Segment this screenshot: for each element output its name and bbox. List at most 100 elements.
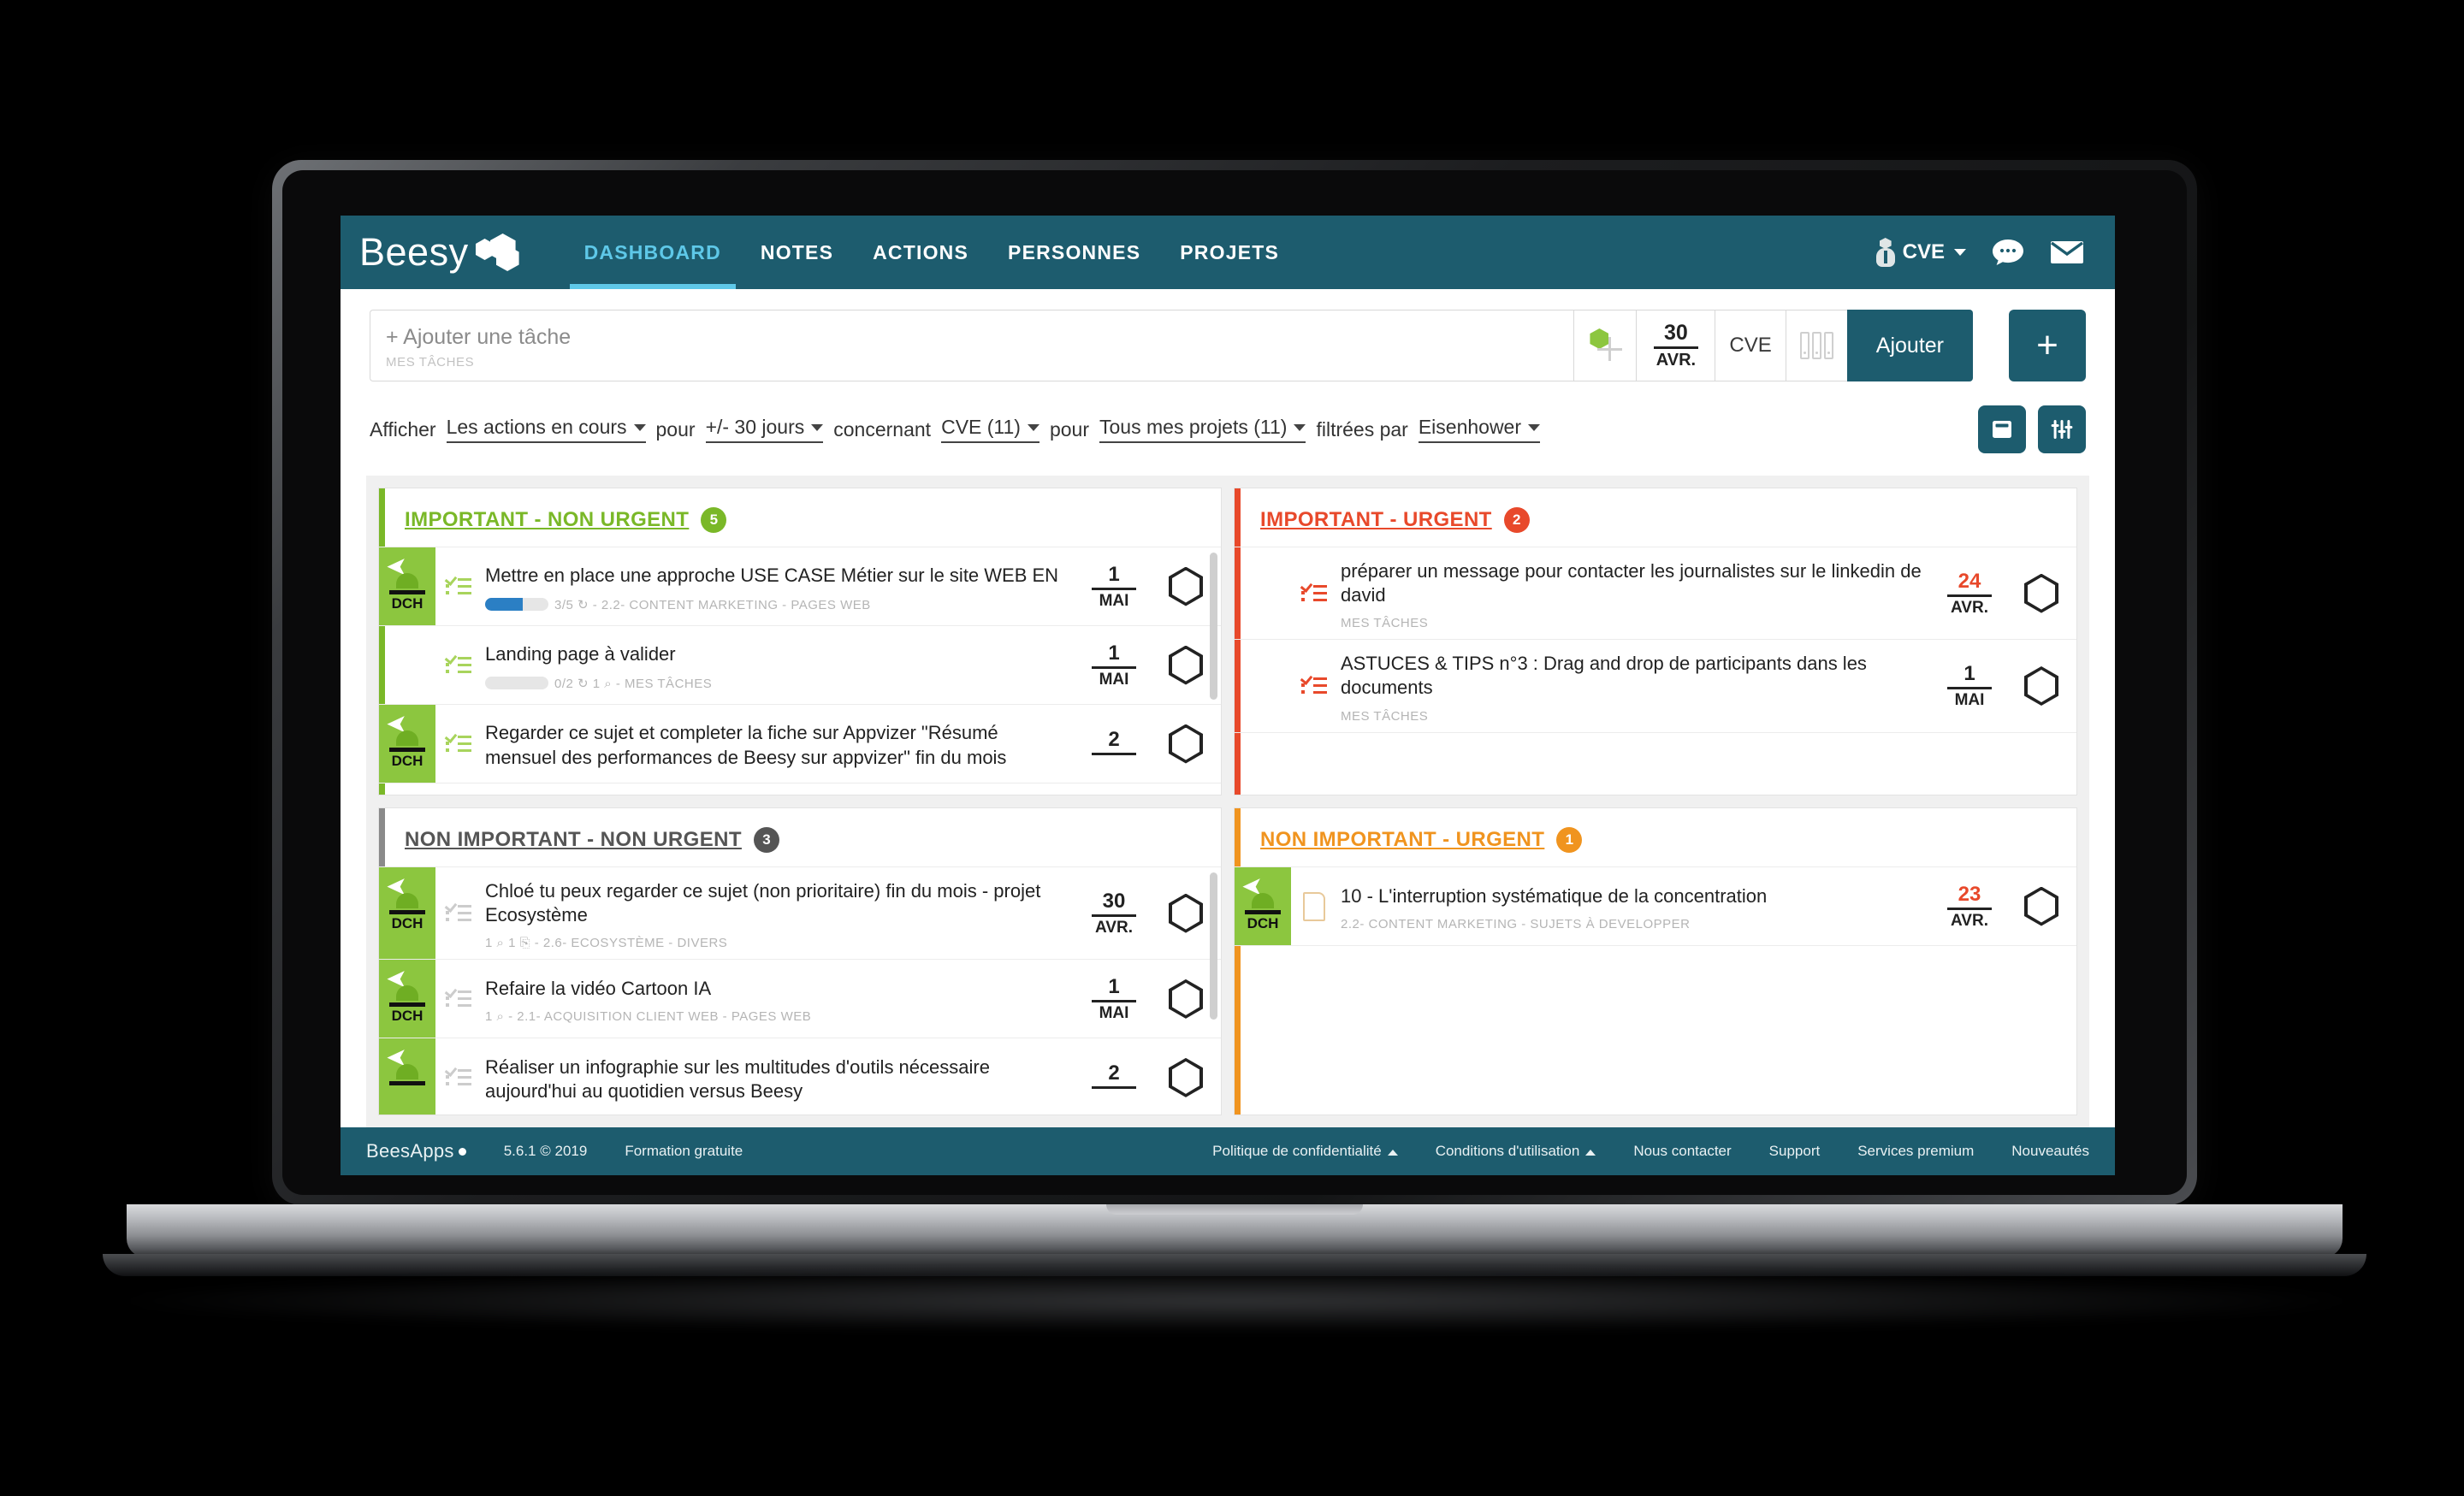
task-content: Chloé tu peux regarder ce sujet (non pri… [482, 867, 1077, 959]
quadrant-header: IMPORTANT - NON URGENT 5 [379, 488, 1221, 547]
task-title[interactable]: Landing page à valider [485, 642, 1069, 666]
task-row[interactable]: ➤ DCH 10 - L'interruption systématique de … [1235, 867, 2076, 946]
task-row[interactable]: ➤ DCH Mettre en place une approche USE CAS… [379, 547, 1221, 626]
filter-period-select[interactable]: +/- 30 jours [705, 416, 824, 443]
task-status-hexagon[interactable] [2006, 547, 2076, 639]
task-assignee-avatar[interactable] [379, 626, 435, 704]
task-due-date[interactable]: 2 [1077, 705, 1151, 783]
task-due-date[interactable]: 1 MAI [1077, 960, 1151, 1038]
task-assignee-avatar[interactable] [1235, 547, 1291, 639]
user-menu[interactable]: CVE [1875, 238, 1966, 267]
task-assignee-avatar[interactable]: ➤ DCH [379, 867, 435, 960]
task-status-hexagon[interactable] [2006, 640, 2076, 731]
add-task-placeholder: + Ajouter une tâche [386, 325, 572, 349]
add-task-scope: MES TÂCHES [386, 355, 475, 370]
task-row[interactable]: préparer un message pour contacter les j… [1235, 547, 2076, 641]
laptop-bezel: Beesy DASHBOARD NOTES ACTIONS PERSONNES … [282, 170, 2187, 1195]
task-title[interactable]: Refaire la vidéo Cartoon IA [485, 977, 1069, 1001]
filter-actions-select[interactable]: Les actions en cours [446, 416, 646, 443]
checklist-icon [435, 960, 482, 1038]
task-due-day: 23 [1958, 882, 1981, 906]
mail-icon[interactable] [2050, 239, 2084, 265]
task-due-date[interactable]: 23 AVR. [1933, 867, 2006, 945]
task-assignee-avatar[interactable]: ➤ [379, 1038, 435, 1115]
task-title[interactable]: ASTUCES & TIPS n°3 : Drag and drop de pa… [1341, 652, 1924, 700]
scrollbar-thumb[interactable] [1210, 872, 1217, 1020]
task-row[interactable]: ASTUCES & TIPS n°3 : Drag and drop de pa… [1235, 640, 2076, 733]
task-row[interactable]: ➤ Réaliser un infographie sur les multitu… [379, 1038, 1221, 1115]
add-task-submit-button[interactable]: Ajouter [1846, 310, 1973, 381]
task-due-date[interactable]: 1 MAI [1933, 640, 2006, 731]
footer-link[interactable]: Nous contacter [1633, 1143, 1731, 1160]
filter-projects-select[interactable]: Tous mes projets (11) [1099, 416, 1306, 443]
task-status-hexagon[interactable] [2006, 867, 2076, 945]
filter-matrix-select[interactable]: Eisenhower [1418, 416, 1541, 443]
task-title[interactable]: Regarder ce sujet et completer la fiche … [485, 721, 1069, 769]
task-list-scrollbar[interactable] [1210, 872, 1217, 1109]
quadrant-count-badge: 3 [753, 827, 779, 853]
task-assignee-avatar[interactable]: ➤ DCH [379, 705, 435, 783]
task-assignee-avatar[interactable]: ➤ DCH [379, 960, 435, 1038]
settings-sliders-button[interactable] [2038, 405, 2086, 453]
date-divider [1947, 686, 1992, 689]
add-task-owner-button[interactable]: CVE [1715, 310, 1786, 381]
task-row[interactable]: ➤ DCH Refaire la vidéo Cartoon IA 1 ⌕ - 2.1… [379, 960, 1221, 1039]
quadrant-title[interactable]: NON IMPORTANT - NON URGENT [405, 828, 742, 852]
task-row[interactable]: Landing page à valider 0/2 ↻ 1 ⌕ - MES TÂ… [379, 626, 1221, 705]
quadrant-title[interactable]: NON IMPORTANT - URGENT [1260, 828, 1544, 852]
quadrant-count-badge: 2 [1503, 507, 1530, 533]
task-assignee-avatar[interactable]: ➤ DCH [1235, 867, 1291, 945]
task-due-date[interactable]: 1 MAI [1077, 547, 1151, 625]
add-task-date-button[interactable]: 30 AVR. [1636, 310, 1715, 381]
add-task-input[interactable]: + Ajouter une tâche MES TÂCHES [370, 310, 1574, 381]
person-silhouette-icon [396, 573, 418, 588]
nav-item-personnes[interactable]: PERSONNES [988, 216, 1160, 289]
task-assignee-avatar[interactable] [1235, 640, 1291, 731]
task-row[interactable]: ➤ DCH Regarder ce sujet et completer la fi… [379, 705, 1221, 783]
task-assignee-avatar[interactable]: ➤ DCH [379, 547, 435, 625]
task-title[interactable]: 10 - L'interruption systématique de la c… [1341, 884, 1924, 908]
add-task-assign-person-button[interactable] [1573, 310, 1637, 381]
footer-link[interactable]: Nouveautés [2011, 1143, 2089, 1160]
chevron-up-icon [1585, 1150, 1596, 1156]
nav-item-projets[interactable]: PROJETS [1160, 216, 1299, 289]
task-meta: 1 ⌕ - 2.1- ACQUISITION CLIENT WEB - PAGE… [485, 1009, 1069, 1024]
task-title[interactable]: Réaliser un infographie sur les multitud… [485, 1055, 1069, 1103]
scrollbar-thumb[interactable] [1210, 553, 1217, 700]
task-due-date[interactable]: 2 [1077, 1038, 1151, 1115]
task-content: Réaliser un infographie sur les multitud… [482, 1038, 1077, 1115]
brand-name: Beesy [359, 230, 469, 274]
footer-link[interactable]: Politique de confidentialité [1212, 1143, 1398, 1160]
footer-link-formation[interactable]: Formation gratuite [625, 1143, 743, 1160]
task-due-date[interactable]: 30 AVR. [1077, 867, 1151, 959]
task-due-date[interactable]: 1 MAI [1077, 626, 1151, 704]
date-divider [1947, 907, 1992, 910]
footer-link[interactable]: Services premium [1857, 1143, 1974, 1160]
brand-logo[interactable]: Beesy [356, 230, 525, 275]
filter-person-select[interactable]: CVE (11) [941, 416, 1040, 443]
quadrant: NON IMPORTANT - URGENT 1 ➤ DCH 10 - L'interr… [1234, 807, 2077, 1115]
task-list-scrollbar[interactable] [1210, 553, 1217, 789]
footer-link[interactable]: Conditions d'utilisation [1436, 1143, 1596, 1160]
task-due-month: MAI [1099, 591, 1129, 610]
nav-item-dashboard[interactable]: DASHBOARD [565, 216, 741, 289]
assignee-initials: DCH [1247, 915, 1279, 931]
quick-add-button[interactable]: + [2009, 310, 2086, 381]
task-title[interactable]: préparer un message pour contacter les j… [1341, 559, 1924, 607]
nav-item-notes[interactable]: NOTES [741, 216, 853, 289]
add-task-project-button[interactable] [1785, 310, 1847, 381]
task-row[interactable]: ➤ DCH Chloé tu peux regarder ce sujet (non… [379, 867, 1221, 961]
chat-icon[interactable] [1992, 239, 2024, 266]
footer-link[interactable]: Support [1769, 1143, 1821, 1160]
nav-item-actions[interactable]: ACTIONS [853, 216, 988, 289]
chevron-down-icon [811, 424, 824, 431]
task-list: ➤ DCH Mettre en place une approche USE CAS… [379, 547, 1221, 795]
laptop-shadow [128, 1271, 2344, 1331]
quadrant-title[interactable]: IMPORTANT - NON URGENT [405, 508, 689, 532]
task-due-date[interactable]: 24 AVR. [1933, 547, 2006, 639]
card-view-button[interactable] [1978, 405, 2026, 453]
chevron-down-icon [1294, 424, 1306, 431]
quadrant-title[interactable]: IMPORTANT - URGENT [1260, 508, 1492, 532]
task-title[interactable]: Mettre en place une approche USE CASE Mé… [485, 564, 1069, 588]
task-title[interactable]: Chloé tu peux regarder ce sujet (non pri… [485, 879, 1069, 927]
